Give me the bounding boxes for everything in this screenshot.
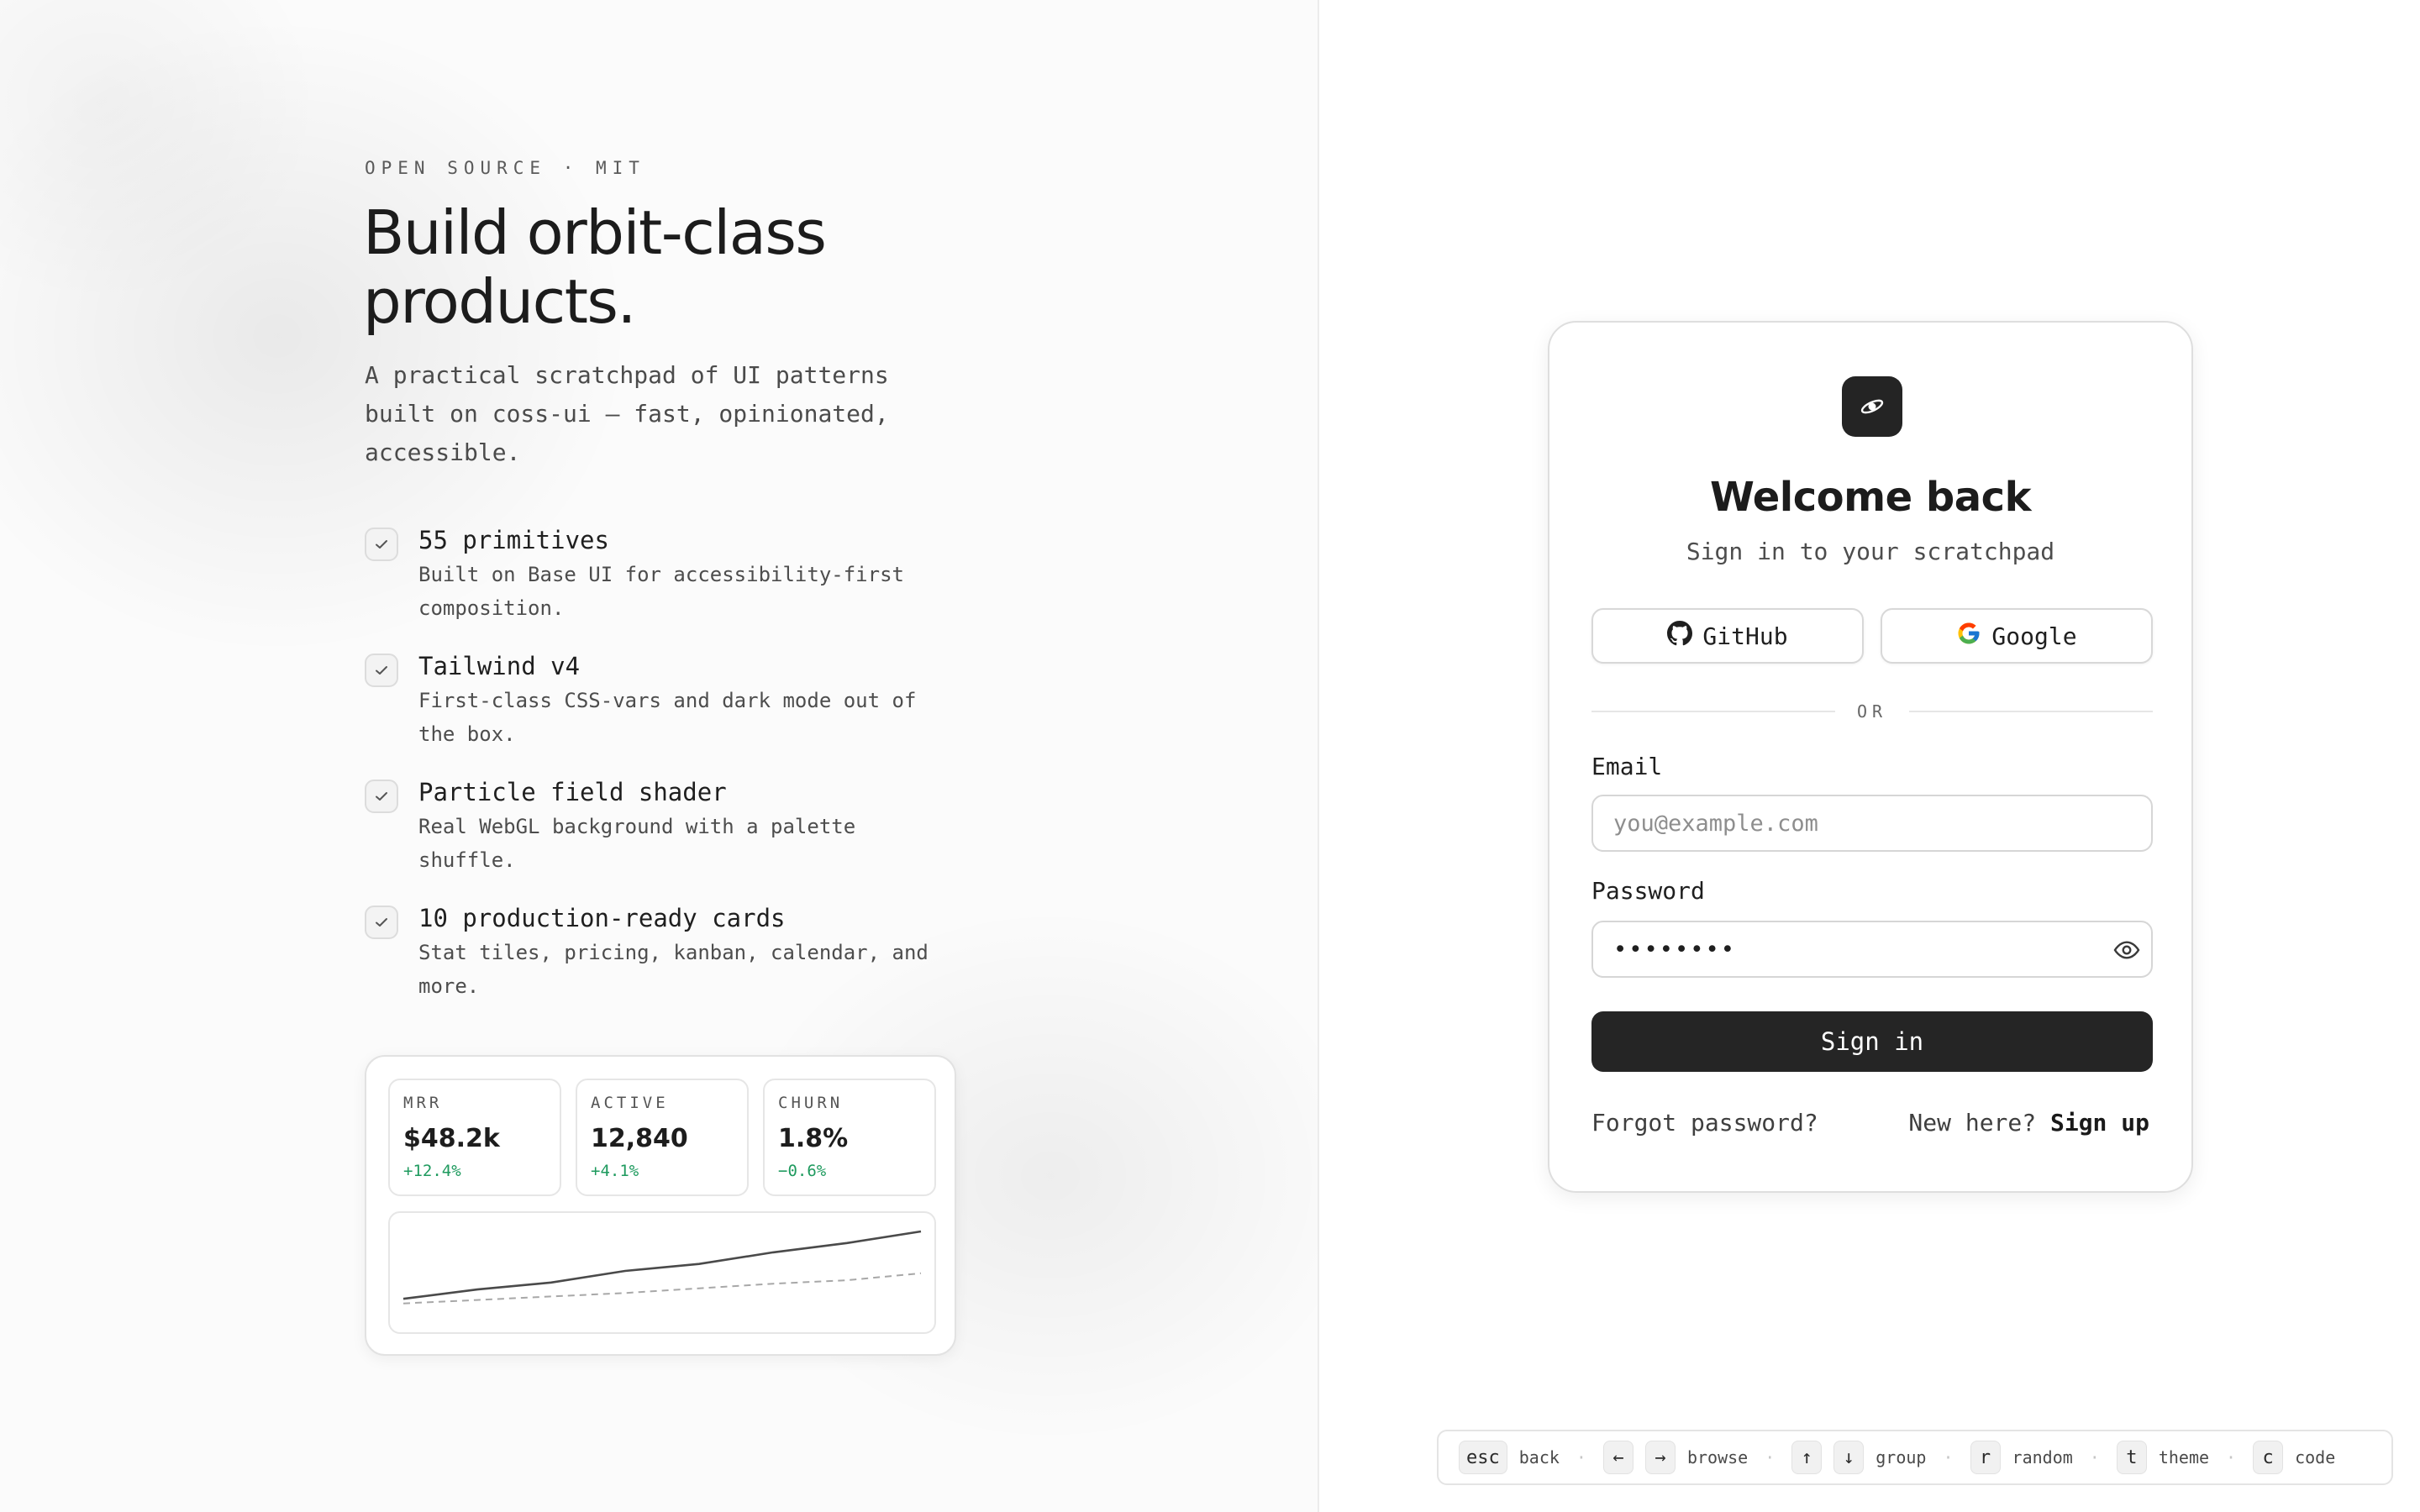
github-label: GitHub	[1702, 622, 1788, 650]
email-field[interactable]	[1591, 795, 2153, 852]
check-icon	[365, 654, 398, 687]
kbd-key: c	[2253, 1441, 2284, 1474]
feature-desc: Stat tiles, pricing, kanban, calendar, a…	[418, 941, 929, 998]
email-label: Email	[1591, 753, 1663, 780]
stat-delta: +4.1%	[591, 1162, 639, 1180]
feature-item: Particle field shader Real WebGL backgro…	[365, 774, 970, 900]
marketing-panel: OPEN SOURCE · MIT Build orbit-class prod…	[0, 0, 1319, 1512]
eyebrow: OPEN SOURCE · MIT	[365, 158, 645, 178]
kbd-key: →	[1644, 1441, 1676, 1474]
stat-delta: −0.6%	[778, 1162, 827, 1180]
kbd-key: r	[1970, 1441, 2001, 1474]
google-icon	[1956, 621, 1981, 652]
keyboard-shortcuts-bar: esc back · ← → browse · ↑ ↓ group · r ra…	[1437, 1430, 2393, 1485]
divider-line	[1591, 711, 1835, 712]
stat-tile-mrr: MRR $48.2k +12.4%	[388, 1079, 561, 1196]
sign-in-button[interactable]: Sign in	[1591, 1011, 2153, 1072]
shortcut-label: code	[2295, 1447, 2336, 1467]
feature-desc: Built on Base UI for accessibility-first…	[418, 563, 904, 620]
stat-value: 12,840	[591, 1124, 688, 1153]
separator: ·	[1576, 1447, 1586, 1467]
shortcut-label: random	[2012, 1447, 2073, 1467]
check-icon	[365, 528, 398, 561]
kbd-key: ↑	[1791, 1441, 1823, 1474]
google-button[interactable]: Google	[1881, 608, 2153, 664]
sign-up-link[interactable]: Sign up	[2050, 1109, 2149, 1137]
sparkline-chart	[388, 1211, 936, 1334]
divider-label: OR	[1856, 701, 1888, 722]
series-line-solid	[402, 1230, 922, 1300]
check-icon	[365, 780, 398, 813]
stat-tile-churn: CHURN 1.8% −0.6%	[763, 1079, 936, 1196]
divider-line	[1909, 711, 2153, 712]
kbd-key: t	[2116, 1441, 2147, 1474]
separator: ·	[1765, 1447, 1776, 1467]
login-card: Welcome back Sign in to your scratchpad …	[1548, 321, 2193, 1193]
stat-value: 1.8%	[778, 1124, 849, 1153]
feature-desc: Real WebGL background with a palette shu…	[418, 815, 856, 872]
kbd-key: ↓	[1833, 1441, 1865, 1474]
sparkline-svg	[402, 1230, 922, 1305]
card-subtitle: Sign in to your scratchpad	[1686, 538, 2055, 565]
kbd-key: ←	[1602, 1441, 1634, 1474]
google-label: Google	[1991, 622, 2077, 650]
feature-title: Tailwind v4	[418, 652, 581, 680]
signup-prompt: New here? Sign up	[1908, 1109, 2149, 1137]
separator: ·	[1943, 1447, 1954, 1467]
new-here-text: New here?	[1908, 1109, 2037, 1137]
shortcut-label: browse	[1686, 1447, 1749, 1467]
stat-tile-active: ACTIVE 12,840 +4.1%	[576, 1079, 749, 1196]
feature-item: Tailwind v4 First-class CSS-vars and dar…	[365, 648, 970, 774]
password-field[interactable]	[1591, 921, 2153, 978]
forgot-password-link[interactable]: Forgot password?	[1591, 1109, 1818, 1137]
card-title: Welcome back	[1709, 474, 2032, 521]
feature-title: 10 production-ready cards	[418, 904, 786, 932]
stat-label: CHURN	[778, 1094, 844, 1112]
feature-item: 10 production-ready cards Stat tiles, pr…	[365, 900, 970, 1026]
separator: ·	[2226, 1447, 2237, 1467]
shortcut-label: group	[1876, 1447, 1927, 1467]
github-button[interactable]: GitHub	[1591, 608, 1864, 664]
feature-item: 55 primitives Built on Base UI for acces…	[365, 522, 970, 648]
feature-title: 55 primitives	[418, 526, 609, 554]
subcopy: A practical scratchpad of UI patterns bu…	[365, 361, 889, 466]
separator: ·	[2089, 1447, 2100, 1467]
eye-icon[interactable]	[2111, 934, 2143, 966]
shortcut-label: back	[1518, 1447, 1560, 1467]
headline: Build orbit-class products.	[363, 197, 827, 337]
stat-delta: +12.4%	[403, 1162, 461, 1180]
orbit-icon	[1842, 376, 1902, 437]
stat-value: $48.2k	[403, 1124, 500, 1153]
password-label: Password	[1591, 877, 1705, 905]
stats-preview-card: MRR $48.2k +12.4% ACTIVE 12,840 +4.1% CH…	[365, 1055, 956, 1356]
feature-list: 55 primitives Built on Base UI for acces…	[365, 522, 970, 1026]
stat-label: MRR	[403, 1094, 443, 1112]
check-icon	[365, 906, 398, 939]
github-icon	[1667, 620, 1693, 652]
shortcut-label: theme	[2158, 1447, 2210, 1467]
or-divider: OR	[1591, 699, 2153, 724]
feature-desc: First-class CSS-vars and dark mode out o…	[418, 689, 917, 746]
stat-label: ACTIVE	[591, 1094, 669, 1112]
kbd-key: esc	[1459, 1441, 1507, 1474]
feature-title: Particle field shader	[418, 778, 727, 806]
